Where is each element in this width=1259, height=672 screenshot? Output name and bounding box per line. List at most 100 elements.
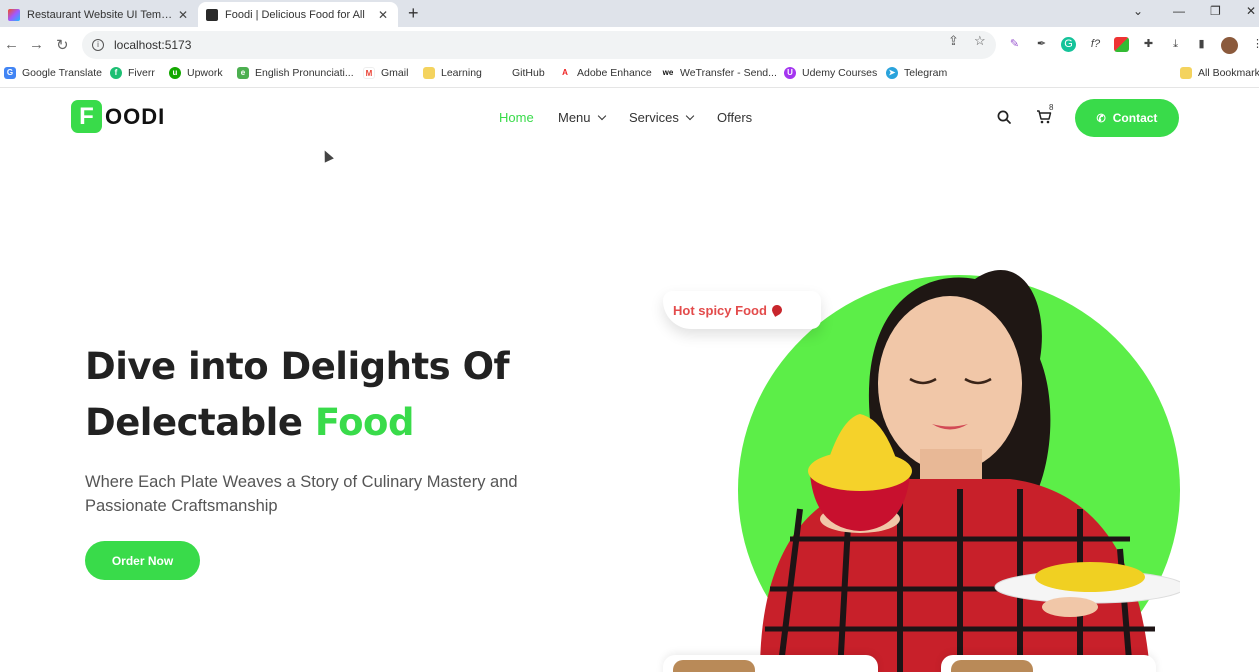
figma-icon — [8, 8, 20, 21]
bookmark-upwork[interactable]: u Upwork — [169, 67, 223, 79]
chevron-down-icon — [597, 111, 606, 120]
order-now-button[interactable]: Order Now — [85, 541, 200, 580]
grammarly-extension-icon[interactable]: G — [1061, 37, 1076, 52]
hero-woman-with-noodles-image — [760, 270, 1180, 672]
hero-title: Dive into Delights Of Delectable Food — [85, 339, 625, 451]
nav-services[interactable]: Services — [629, 110, 695, 125]
bookmark-gmail[interactable]: M Gmail — [363, 67, 408, 79]
site-info-icon[interactable]: i — [92, 39, 104, 51]
cart-count-badge: 8 — [1049, 103, 1054, 112]
pen-extension-icon[interactable]: ✎ — [1007, 37, 1022, 52]
browser-tab-strip: Restaurant Website UI Template ✕ Foodi |… — [0, 0, 1259, 27]
chili-pepper-icon — [770, 303, 784, 317]
bookmark-label: GitHub — [512, 67, 545, 79]
bookmark-all-bookmarks[interactable]: All Bookmarks — [1180, 67, 1259, 79]
eyedropper-extension-icon[interactable]: ✒ — [1034, 37, 1049, 52]
phone-icon: ✆ — [1096, 112, 1106, 125]
food-card[interactable] — [941, 655, 1156, 672]
address-bar-row: ← → ↻ i localhost:5173 ⇪ ☆ ✎ ✒ G f? ✚ ⤓ … — [0, 27, 1259, 63]
bookmark-learning[interactable]: Learning — [423, 67, 482, 79]
fiverr-icon: f — [110, 67, 122, 79]
hero-subtitle: Where Each Plate Weaves a Story of Culin… — [85, 473, 518, 515]
bookmark-label: Gmail — [381, 67, 409, 79]
back-icon[interactable]: ← — [4, 36, 19, 53]
bookmark-label: Udemy Courses — [802, 67, 878, 79]
translate-icon: G — [4, 67, 16, 79]
close-window-icon[interactable]: ✕ — [1246, 4, 1256, 18]
telegram-icon: ➤ — [886, 67, 898, 79]
pronunciation-icon: e — [237, 67, 249, 79]
share-icon[interactable]: ⇪ — [948, 33, 959, 49]
hero-title-prefix: Delectable — [85, 401, 315, 444]
close-tab-icon[interactable]: ✕ — [176, 8, 190, 22]
omnibox[interactable]: i localhost:5173 — [82, 31, 996, 59]
bookmark-fiverr[interactable]: f Fiverr — [110, 67, 155, 79]
tag-label: Hot spicy Food — [673, 302, 767, 318]
folder-icon — [423, 67, 435, 79]
download-icon[interactable]: ⤓ — [1168, 37, 1183, 52]
mouse-cursor-icon — [320, 148, 334, 163]
udemy-icon: U — [784, 67, 796, 79]
bookmark-label: All Bookmarks — [1198, 67, 1259, 79]
bookmark-google-translate[interactable]: G Google Translate — [4, 67, 102, 79]
folder-icon — [1180, 67, 1192, 79]
browser-tab-foodi[interactable]: Foodi | Delicious Food for All ✕ — [198, 2, 398, 27]
new-tab-icon[interactable]: + — [408, 3, 419, 24]
foodi-page: F OODI Home Menu Services Offers 8 ✆ Con… — [0, 89, 1259, 672]
logo-text: OODI — [105, 103, 166, 129]
tab-title: Foodi | Delicious Food for All — [225, 8, 365, 21]
bookmark-english-pronunciation[interactable]: e English Pronunciati... — [237, 67, 354, 79]
font-extension-icon[interactable]: f? — [1088, 37, 1103, 52]
bookmark-adobe-enhance[interactable]: A Adobe Enhance — [559, 67, 652, 79]
food-card-thumbnail — [673, 660, 755, 672]
bookmark-label: English Pronunciati... — [255, 67, 354, 79]
bookmark-label: Upwork — [187, 67, 223, 79]
url-text[interactable]: localhost:5173 — [114, 38, 191, 52]
colorful-extension-icon[interactable] — [1114, 37, 1129, 52]
nav-menu[interactable]: Menu — [558, 110, 606, 125]
github-icon — [494, 67, 506, 79]
bookmark-wetransfer[interactable]: we WeTransfer - Send... — [662, 67, 777, 79]
bookmark-label: Learning — [441, 67, 482, 79]
gmail-icon: M — [363, 67, 375, 79]
adobe-icon: A — [559, 67, 571, 79]
nav-services-label: Services — [629, 110, 679, 125]
wetransfer-icon: we — [662, 67, 674, 79]
restore-icon[interactable]: ❐ — [1210, 4, 1221, 18]
kebab-menu-icon[interactable]: ⋮ — [1250, 37, 1259, 52]
logo-badge: F — [71, 100, 102, 133]
upwork-icon: u — [169, 67, 181, 79]
contact-label: Contact — [1112, 111, 1158, 125]
nav-home[interactable]: Home — [499, 110, 534, 125]
forward-icon[interactable]: → — [29, 36, 44, 53]
bookmark-github[interactable]: GitHub — [494, 67, 545, 79]
profile-avatar[interactable] — [1221, 37, 1238, 54]
tab-title: Restaurant Website UI Template — [27, 8, 176, 21]
bookmark-label: Fiverr — [128, 67, 155, 79]
puzzle-extensions-icon[interactable]: ✚ — [1141, 37, 1156, 52]
bookmark-label: Adobe Enhance — [577, 67, 652, 79]
food-card-thumbnail — [951, 660, 1033, 672]
contact-button[interactable]: ✆ Contact — [1075, 99, 1179, 137]
foodi-logo[interactable]: F OODI — [71, 100, 165, 133]
bookmark-telegram[interactable]: ➤ Telegram — [886, 67, 947, 79]
nav-menu-label: Menu — [558, 110, 591, 125]
side-panel-icon[interactable]: ▮ — [1194, 37, 1209, 52]
reload-icon[interactable]: ↻ — [56, 36, 69, 54]
close-tab-icon[interactable]: ✕ — [376, 8, 390, 22]
tab-search-chevron-icon[interactable]: ⌄ — [1133, 4, 1143, 18]
nav-offers[interactable]: Offers — [717, 110, 752, 125]
bookmark-udemy[interactable]: U Udemy Courses — [784, 67, 877, 79]
bookmark-star-icon[interactable]: ☆ — [974, 33, 986, 49]
bookmarks-bar: G Google Translate f Fiverr u Upwork e Engli… — [0, 63, 1259, 88]
chevron-down-icon — [685, 111, 695, 120]
food-card[interactable] — [663, 655, 878, 672]
browser-tab-restaurant-template[interactable]: Restaurant Website UI Template ✕ — [0, 2, 198, 27]
hero-title-highlight: Food — [314, 401, 415, 444]
minimize-icon[interactable]: — — [1173, 4, 1185, 18]
search-icon[interactable] — [997, 110, 1011, 124]
hot-spicy-food-tag: Hot spicy Food — [663, 291, 821, 329]
foodi-favicon-icon — [206, 8, 218, 21]
hero-title-line2: Delectable Food — [85, 395, 625, 451]
hero-title-line1: Dive into Delights Of — [85, 345, 510, 388]
